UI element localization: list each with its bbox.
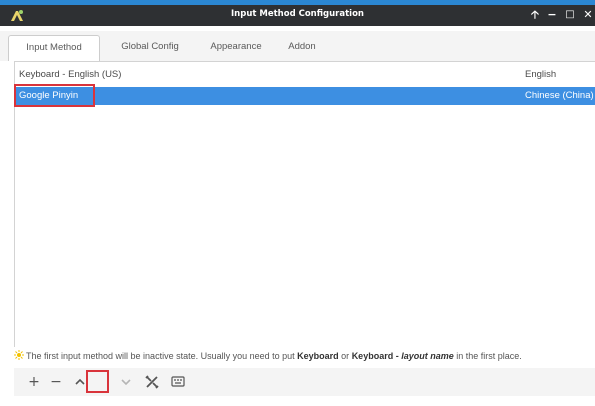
lightbulb-icon (14, 350, 24, 360)
hint-italic-layout-name: layout name (401, 351, 454, 361)
annotation-highlight-move-up (86, 370, 109, 393)
keyboard-layout-button[interactable] (168, 372, 188, 392)
close-button[interactable]: ✕ (581, 7, 595, 23)
maximize-button[interactable]: □ (563, 7, 577, 23)
remove-input-method-button[interactable]: − (46, 372, 66, 392)
tab-addon[interactable]: Addon (280, 35, 324, 61)
tab-bar: Input Method Global Config Appearance Ad… (0, 31, 595, 61)
chevron-up-icon (75, 378, 85, 385)
hint-text-part: or (338, 351, 352, 361)
chevron-down-icon (121, 379, 131, 386)
hint-text-part: in the first place. (453, 351, 522, 361)
hint-text-part: The first input method will be inactive … (26, 351, 298, 361)
configure-button[interactable] (142, 372, 162, 392)
hint-bold-keyboard: Keyboard (297, 351, 339, 361)
input-method-list[interactable]: Keyboard - English (US) English Google P… (14, 61, 595, 347)
minimize-button[interactable]: − (545, 7, 559, 23)
window-title: Input Method Configuration (231, 9, 364, 19)
tab-appearance[interactable]: Appearance (198, 35, 274, 61)
tools-icon (145, 375, 159, 389)
input-method-language: Chinese (China) (525, 90, 594, 101)
pin-icon[interactable]: 🡡 (528, 7, 542, 23)
add-input-method-button[interactable]: + (24, 372, 44, 392)
hint-bold-keyboard-layout: Keyboard - (351, 351, 402, 361)
tab-input-method[interactable]: Input Method (8, 35, 100, 61)
input-method-configuration-window: Input Method Configuration 🡡 − □ ✕ Input… (0, 0, 595, 406)
move-down-button[interactable] (116, 372, 136, 392)
bottom-toolbar: + − (14, 368, 595, 396)
list-item-keyboard-english-us[interactable]: Keyboard - English (US) English (15, 66, 595, 84)
title-bar[interactable]: Input Method Configuration 🡡 − □ ✕ (0, 0, 595, 26)
keyboard-icon (171, 376, 185, 387)
hint-text: The first input method will be inactive … (14, 350, 595, 366)
input-method-language: English (525, 69, 557, 80)
tab-global-config[interactable]: Global Config (108, 35, 192, 61)
list-item-google-pinyin[interactable]: Google Pinyin Chinese (China) (15, 87, 595, 105)
input-method-name: Keyboard - English (US) (19, 69, 122, 80)
annotation-highlight-google-pinyin (14, 84, 95, 107)
